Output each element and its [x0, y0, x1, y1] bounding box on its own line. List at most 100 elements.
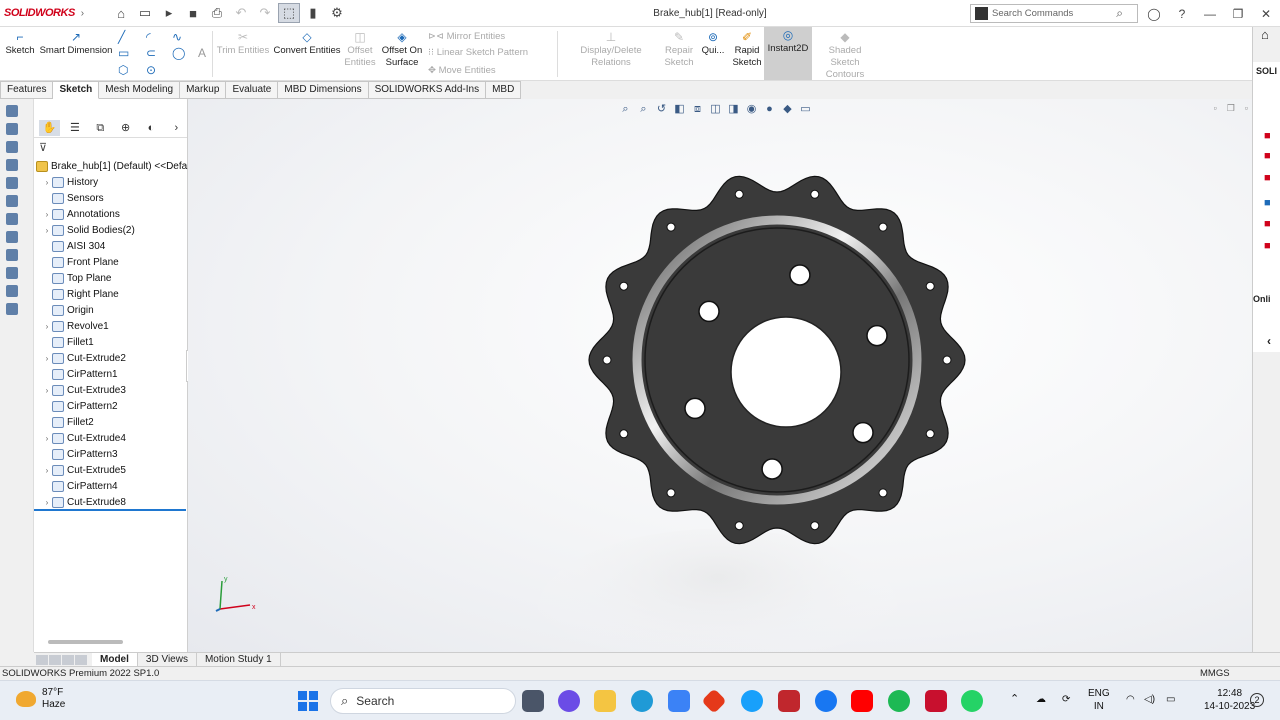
3d-view-icon[interactable]: [6, 105, 18, 117]
spotify-icon[interactable]: [888, 690, 910, 712]
options-icon[interactable]: ⚙: [326, 3, 348, 23]
tree-item[interactable]: Top Plane: [34, 270, 188, 286]
expand-arrow-icon[interactable]: ›: [42, 210, 52, 219]
volume-icon[interactable]: ◁): [1144, 693, 1155, 706]
tree-item[interactable]: Fillet1: [34, 334, 188, 350]
tree-item[interactable]: Sensors: [34, 190, 188, 206]
wifi-icon[interactable]: ◠: [1126, 693, 1135, 706]
expand-arrow-icon[interactable]: ›: [42, 178, 52, 187]
text-icon[interactable]: A: [198, 46, 206, 60]
tree-item[interactable]: CirPattern2: [34, 398, 188, 414]
tab-3d-views[interactable]: 3D Views: [138, 653, 197, 666]
tree-item[interactable]: › Solid Bodies(2): [34, 222, 188, 238]
expand-arrow-icon[interactable]: ›: [42, 466, 52, 475]
search-icon[interactable]: ⌕: [1116, 6, 1123, 21]
tab-navigation[interactable]: [34, 654, 92, 665]
start-button[interactable]: [298, 691, 318, 711]
app-icon[interactable]: [741, 690, 763, 712]
tree-root[interactable]: Brake_hub[1] (Default) <<Defa: [34, 158, 188, 174]
resource-icon[interactable]: ■: [1264, 172, 1271, 184]
filter-icon[interactable]: ⊽: [34, 138, 187, 155]
resource-icon[interactable]: ■: [1264, 197, 1271, 209]
tree-item[interactable]: › Cut-Extrude3: [34, 382, 188, 398]
expand-arrow-icon[interactable]: ›: [42, 226, 52, 235]
unit-system[interactable]: MMGS: [1200, 667, 1230, 680]
clock[interactable]: 12:48 14-10-2023: [1204, 687, 1255, 713]
move-entities-button[interactable]: ✥ Move Entities: [428, 65, 496, 76]
tree-item[interactable]: CirPattern3: [34, 446, 188, 462]
chevron-up-icon[interactable]: ⌃: [1010, 693, 1019, 706]
tree-item[interactable]: › Cut-Extrude4: [34, 430, 188, 446]
tab-mbd-dimensions[interactable]: MBD Dimensions: [278, 81, 369, 99]
whatsapp-icon[interactable]: [961, 690, 983, 712]
instant2d-button[interactable]: ◎ Instant2D: [764, 27, 812, 80]
notification-badge[interactable]: 2: [1250, 693, 1264, 707]
rollback-bar[interactable]: [34, 509, 186, 511]
repair-sketch-button[interactable]: ✎ Repair Sketch: [662, 29, 696, 69]
polygon-icon[interactable]: ⬡: [118, 63, 128, 77]
mcafee-icon[interactable]: [778, 690, 800, 712]
tree-item[interactable]: CirPattern1: [34, 366, 188, 382]
tree-item[interactable]: › Cut-Extrude2: [34, 350, 188, 366]
expand-arrow-icon[interactable]: ›: [42, 434, 52, 443]
line-icon[interactable]: ╱: [118, 30, 125, 44]
rectangle-icon[interactable]: ▭: [118, 46, 129, 60]
print-icon[interactable]: ⎙: [206, 3, 228, 23]
trim-entities-button[interactable]: ✂ Trim Entities: [216, 29, 270, 57]
offset-on-surface-button[interactable]: ◈ Offset On Surface: [380, 29, 424, 69]
undo-icon[interactable]: ↶: [230, 3, 252, 23]
view-orient-icon[interactable]: [6, 267, 18, 279]
sync-icon[interactable]: ⟳: [1062, 693, 1070, 706]
shaded-sketch-contours-button[interactable]: ◆ Shaded Sketch Contours: [814, 29, 876, 81]
slot-icon[interactable]: ⊂: [146, 46, 156, 60]
tree-item[interactable]: › Cut-Extrude5: [34, 462, 188, 478]
tree-item[interactable]: › Cut-Extrude8: [34, 494, 188, 510]
resource-icon[interactable]: ■: [1264, 240, 1271, 252]
youtube-icon[interactable]: [851, 690, 873, 712]
task-pane-home-icon[interactable]: ⌂: [1261, 27, 1269, 42]
task-view-icon[interactable]: [522, 690, 544, 712]
display-delete-relations-button[interactable]: ⊥ Display/Delete Relations: [560, 29, 662, 69]
section-icon[interactable]: [6, 195, 18, 207]
display-icon[interactable]: [6, 177, 18, 189]
layers-icon[interactable]: [6, 123, 18, 135]
sketch-button[interactable]: ⌐ Sketch: [4, 29, 36, 57]
resource-icon[interactable]: ■: [1264, 218, 1271, 230]
restore-icon[interactable]: ❐: [1224, 7, 1252, 21]
edge-icon[interactable]: [631, 690, 653, 712]
point-circle-icon[interactable]: ⊙: [146, 63, 156, 77]
tab-sketch[interactable]: Sketch: [53, 81, 100, 99]
expand-arrow-icon[interactable]: ›: [42, 498, 52, 507]
tab-solidworks-addins[interactable]: SOLIDWORKS Add-Ins: [368, 81, 487, 99]
tab-model[interactable]: Model: [92, 653, 138, 666]
rebuild-icon[interactable]: ▮: [302, 3, 324, 23]
battery-icon[interactable]: ▭: [1166, 693, 1175, 706]
scene-icon[interactable]: [6, 303, 18, 315]
facebook-icon[interactable]: [815, 690, 837, 712]
chevron-right-icon[interactable]: ›: [81, 8, 84, 19]
horizontal-scrollbar[interactable]: [48, 640, 123, 644]
configuration-manager-tab-icon[interactable]: ⧉: [90, 120, 111, 136]
resource-icon[interactable]: ■: [1264, 130, 1271, 142]
expand-arrow-icon[interactable]: ›: [42, 354, 52, 363]
display-manager-tab-icon[interactable]: ◐: [140, 120, 161, 136]
tree-item[interactable]: › Revolve1: [34, 318, 188, 334]
expand-arrow-icon[interactable]: ›: [42, 386, 52, 395]
tree-item[interactable]: › History: [34, 174, 188, 190]
tree-item[interactable]: AISI 304: [34, 238, 188, 254]
expand-arrow-icon[interactable]: ›: [42, 322, 52, 331]
tree-item[interactable]: › Annotations: [34, 206, 188, 222]
select-icon[interactable]: ⬚: [278, 3, 300, 23]
close-icon[interactable]: ✕: [1252, 7, 1280, 21]
paint-icon[interactable]: [6, 231, 18, 243]
home-icon[interactable]: ⌂: [110, 3, 132, 23]
solidworks-taskbar-icon[interactable]: [925, 690, 947, 712]
file-explorer-icon[interactable]: [594, 690, 616, 712]
tab-mesh-modeling[interactable]: Mesh Modeling: [99, 81, 181, 99]
smart-dimension-button[interactable]: ↗ Smart Dimension: [38, 29, 114, 57]
teams-icon[interactable]: [558, 690, 580, 712]
spline-icon[interactable]: ∿: [172, 30, 182, 44]
linear-pattern-button[interactable]: ⁝⁝ Linear Sketch Pattern: [428, 47, 528, 58]
taskbar-search[interactable]: ⌕ Search: [330, 688, 516, 714]
tab-motion-study[interactable]: Motion Study 1: [197, 653, 281, 666]
